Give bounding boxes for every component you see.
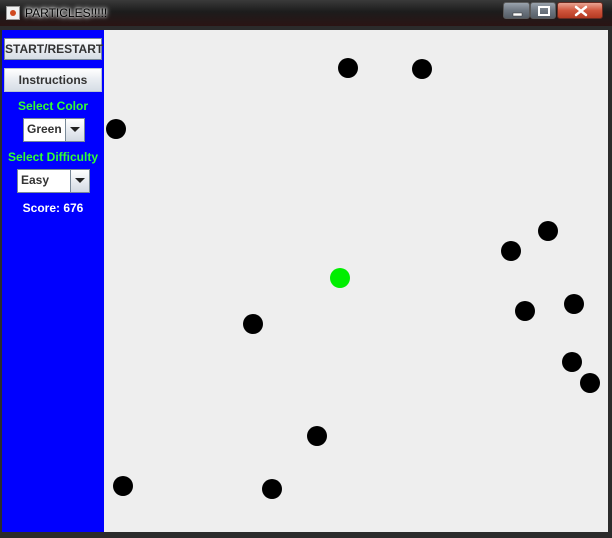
minimize-button[interactable] (503, 2, 530, 19)
app-window: PARTICLES!!!!! START/RESTART Instruction… (0, 0, 612, 538)
particle (412, 59, 432, 79)
color-select[interactable]: Green (23, 118, 85, 142)
particle (338, 58, 358, 78)
particle (515, 301, 535, 321)
particle (564, 294, 584, 314)
particle (501, 241, 521, 261)
particle-field (106, 58, 600, 499)
java-cup-icon (6, 6, 20, 20)
maximize-button[interactable] (530, 2, 556, 19)
close-button[interactable] (557, 2, 603, 19)
particle (243, 314, 263, 334)
particle (562, 352, 582, 372)
difficulty-select[interactable]: Easy (17, 169, 90, 193)
particle (307, 426, 327, 446)
client-area: START/RESTART Instructions Select Color … (2, 30, 608, 532)
start-restart-button[interactable]: START/RESTART (4, 38, 103, 60)
particle (580, 373, 600, 393)
game-canvas[interactable] (104, 30, 608, 532)
chevron-down-icon[interactable] (70, 170, 89, 192)
particle (113, 476, 133, 496)
instructions-button[interactable]: Instructions (4, 68, 102, 92)
player-particle[interactable] (330, 268, 350, 288)
particle (262, 479, 282, 499)
window-title: PARTICLES!!!!! (25, 6, 108, 20)
maximize-icon (538, 6, 550, 16)
difficulty-select-value: Easy (21, 173, 50, 187)
particle (538, 221, 558, 241)
minimize-icon (512, 12, 523, 17)
select-color-label: Select Color (17, 99, 89, 113)
score-label: Score: 676 (22, 201, 84, 215)
control-panel: START/RESTART Instructions Select Color … (2, 30, 104, 532)
select-difficulty-label: Select Difficulty (7, 150, 99, 164)
close-icon (574, 5, 588, 17)
title-bar[interactable]: PARTICLES!!!!! (0, 0, 612, 26)
particle (106, 119, 126, 139)
chevron-down-icon[interactable] (65, 119, 84, 141)
color-select-value: Green (27, 122, 62, 136)
